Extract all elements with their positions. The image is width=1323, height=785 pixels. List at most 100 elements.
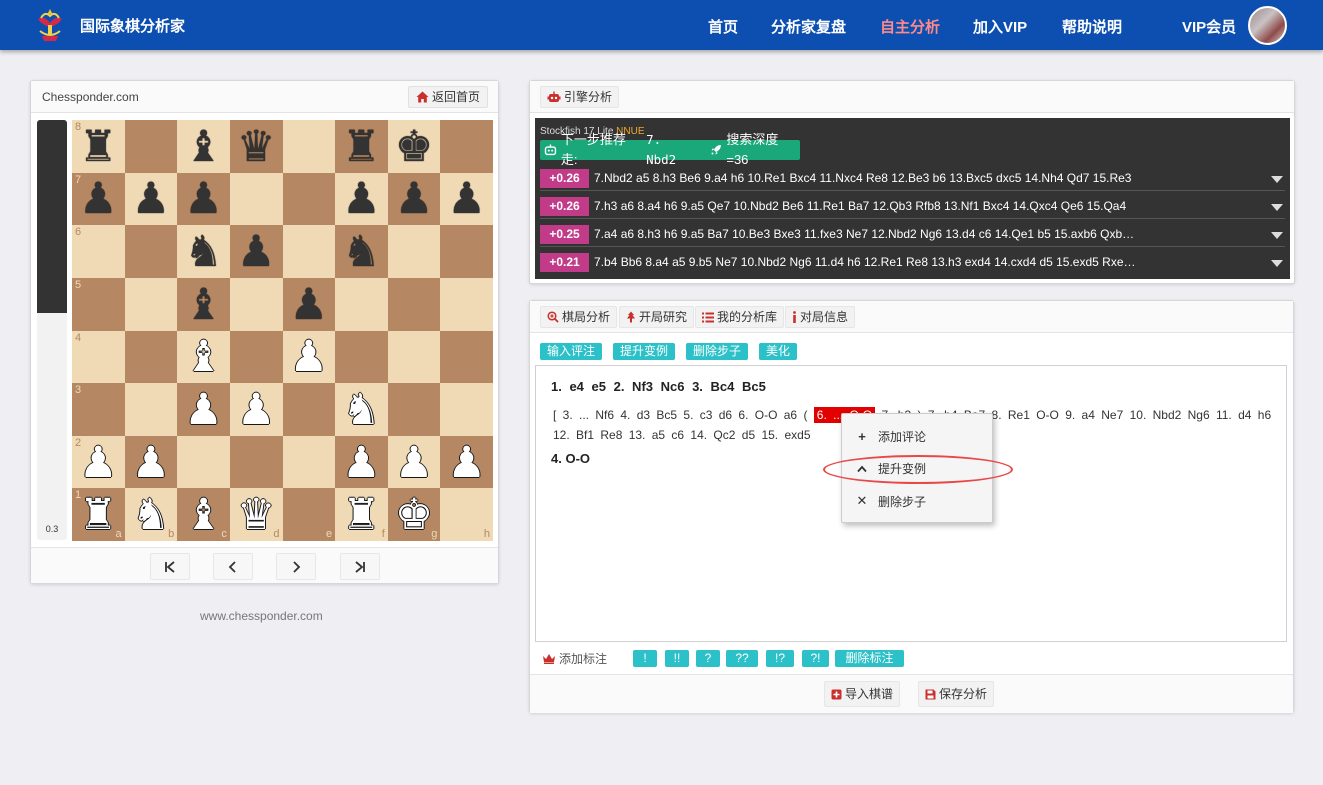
engine-line-moves[interactable]: 7.Nbd2 a5 8.h3 Be6 9.a4 h6 10.Re1 Bxc4 1…: [594, 171, 1266, 185]
delete-annotation-button[interactable]: 删除标注: [835, 650, 904, 667]
black-pawn-icon[interactable]: ♟: [132, 178, 171, 221]
square-g7[interactable]: ♟: [387, 172, 441, 226]
black-pawn-icon[interactable]: ♟: [395, 178, 434, 221]
square-g5[interactable]: [387, 277, 441, 331]
square-g4[interactable]: [387, 330, 441, 384]
white-bishop-icon[interactable]: ♝: [184, 494, 223, 537]
square-c6[interactable]: ♞: [177, 225, 230, 278]
next-move-button[interactable]: [276, 553, 316, 580]
square-h7[interactable]: ♟: [440, 172, 493, 226]
square-a3[interactable]: 3: [72, 383, 125, 436]
black-knight-icon[interactable]: ♞: [184, 231, 223, 274]
square-f8[interactable]: ♜: [335, 120, 388, 173]
white-rook-icon[interactable]: ♜: [79, 494, 118, 537]
white-pawn-icon[interactable]: ♟: [342, 441, 381, 485]
menu-add-comment[interactable]: + 添加评论: [842, 420, 992, 452]
engine-line-moves[interactable]: 7.a4 a6 8.h3 h6 9.a5 Ba7 10.Be3 Bxe3 11.…: [594, 227, 1266, 241]
square-a4[interactable]: 4: [72, 330, 125, 384]
footer-url[interactable]: www.chessponder.com: [200, 609, 323, 623]
square-d1[interactable]: d ♛: [229, 488, 283, 541]
square-b2[interactable]: ♟: [124, 435, 178, 489]
caret-down-icon[interactable]: [1271, 176, 1283, 183]
black-rook-icon[interactable]: ♜: [342, 125, 381, 169]
white-bishop-icon[interactable]: ♝: [184, 336, 223, 379]
tab-engine-analysis[interactable]: 引擎分析: [540, 86, 620, 108]
square-d3[interactable]: ♟: [229, 383, 283, 436]
square-f3[interactable]: ♞: [335, 383, 388, 436]
tab-game-info[interactable]: 对局信息: [785, 306, 856, 328]
white-rook-icon[interactable]: ♜: [342, 494, 381, 537]
square-d4[interactable]: [229, 330, 283, 384]
square-b7[interactable]: ♟: [124, 172, 178, 226]
square-e6[interactable]: [282, 225, 336, 278]
delete-move-button[interactable]: 删除步子: [686, 343, 749, 360]
square-g2[interactable]: ♟: [387, 435, 441, 489]
square-e1[interactable]: e: [282, 488, 336, 541]
square-f6[interactable]: ♞: [335, 225, 388, 278]
black-pawn-icon[interactable]: ♟: [290, 283, 329, 327]
user-avatar[interactable]: [1248, 6, 1287, 45]
square-c4[interactable]: ♝: [177, 330, 230, 384]
square-c3[interactable]: ♟: [177, 383, 230, 436]
square-b1[interactable]: b ♞: [124, 488, 178, 541]
square-h1[interactable]: h: [440, 488, 493, 541]
chess-board[interactable]: 8 ♜ ♝ ♛ ♜ ♚ 7 ♟ ♟ ♟ ♟ ♟ ♟ 6 ♞ ♟ ♞ 5 ♝ ♟ 4 ♝ ♟ 3 ♟ ♟ ♞ 2 ♟ ♟ ♟ ♟ ♟ 1 a ♜ b ♞ c ♝…: [72, 120, 493, 541]
logo-icon[interactable]: [30, 5, 70, 45]
square-h4[interactable]: [440, 330, 493, 384]
black-bishop-icon[interactable]: ♝: [184, 283, 223, 327]
beautify-button[interactable]: 美化: [759, 343, 798, 360]
nav-home[interactable]: 首页: [708, 16, 738, 37]
move-editor[interactable]: 1. e4 e5 2. Nf3 Nc6 3. Bc4 Bc5 [ 3. ... …: [535, 365, 1287, 642]
black-pawn-icon[interactable]: ♟: [447, 178, 486, 221]
nav-join-vip[interactable]: 加入VIP: [973, 16, 1027, 37]
square-a2[interactable]: 2 ♟: [72, 435, 125, 489]
tab-opening-research[interactable]: 开局研究: [619, 306, 695, 328]
square-h8[interactable]: [440, 120, 493, 173]
tab-my-library[interactable]: 我的分析库: [695, 306, 785, 328]
square-b5[interactable]: [124, 277, 178, 331]
square-d2[interactable]: [229, 435, 283, 489]
square-d5[interactable]: [229, 277, 283, 331]
square-e4[interactable]: ♟: [282, 330, 336, 384]
square-h3[interactable]: [440, 383, 493, 436]
white-queen-icon[interactable]: ♛: [237, 494, 276, 537]
black-pawn-icon[interactable]: ♟: [79, 178, 118, 221]
square-a5[interactable]: 5: [72, 277, 125, 331]
square-e2[interactable]: [282, 435, 336, 489]
black-pawn-icon[interactable]: ♟: [342, 178, 381, 221]
square-d7[interactable]: [229, 172, 283, 226]
tab-game-analysis[interactable]: 棋局分析: [540, 306, 618, 328]
square-f1[interactable]: f ♜: [335, 488, 388, 541]
annot-dubious-button[interactable]: ?!: [802, 650, 829, 667]
square-b6[interactable]: [124, 225, 178, 278]
black-knight-icon[interactable]: ♞: [342, 231, 381, 274]
nav-self-analysis[interactable]: 自主分析: [880, 16, 940, 37]
annot-good-button[interactable]: !: [633, 650, 657, 667]
square-f4[interactable]: [335, 330, 388, 384]
white-pawn-icon[interactable]: ♟: [290, 336, 329, 379]
back-home-button[interactable]: 返回首页: [407, 86, 488, 108]
square-h6[interactable]: [440, 225, 493, 278]
square-a7[interactable]: 7 ♟: [72, 172, 125, 226]
square-c2[interactable]: [177, 435, 230, 489]
main-line-moves[interactable]: 1. e4 e5 2. Nf3 Nc6 3. Bc4 Bc5: [551, 379, 766, 394]
white-king-icon[interactable]: ♚: [395, 494, 434, 537]
white-pawn-icon[interactable]: ♟: [395, 441, 434, 485]
black-queen-icon[interactable]: ♛: [237, 125, 276, 169]
first-move-button[interactable]: [150, 553, 190, 580]
black-bishop-icon[interactable]: ♝: [184, 125, 223, 169]
black-rook-icon[interactable]: ♜: [79, 125, 118, 169]
white-pawn-icon[interactable]: ♟: [237, 388, 276, 432]
nav-help[interactable]: 帮助说明: [1062, 16, 1122, 37]
square-g3[interactable]: [387, 383, 441, 436]
square-h2[interactable]: ♟: [440, 435, 493, 489]
square-b8[interactable]: [124, 120, 178, 173]
white-pawn-icon[interactable]: ♟: [79, 441, 118, 485]
square-h5[interactable]: [440, 277, 493, 331]
white-knight-icon[interactable]: ♞: [342, 388, 381, 432]
white-pawn-icon[interactable]: ♟: [132, 441, 171, 485]
annot-mistake-button[interactable]: ?: [696, 650, 720, 667]
import-pgn-button[interactable]: 导入棋谱: [824, 681, 901, 707]
nav-review[interactable]: 分析家复盘: [771, 16, 846, 37]
square-g1[interactable]: g ♚: [387, 488, 441, 541]
